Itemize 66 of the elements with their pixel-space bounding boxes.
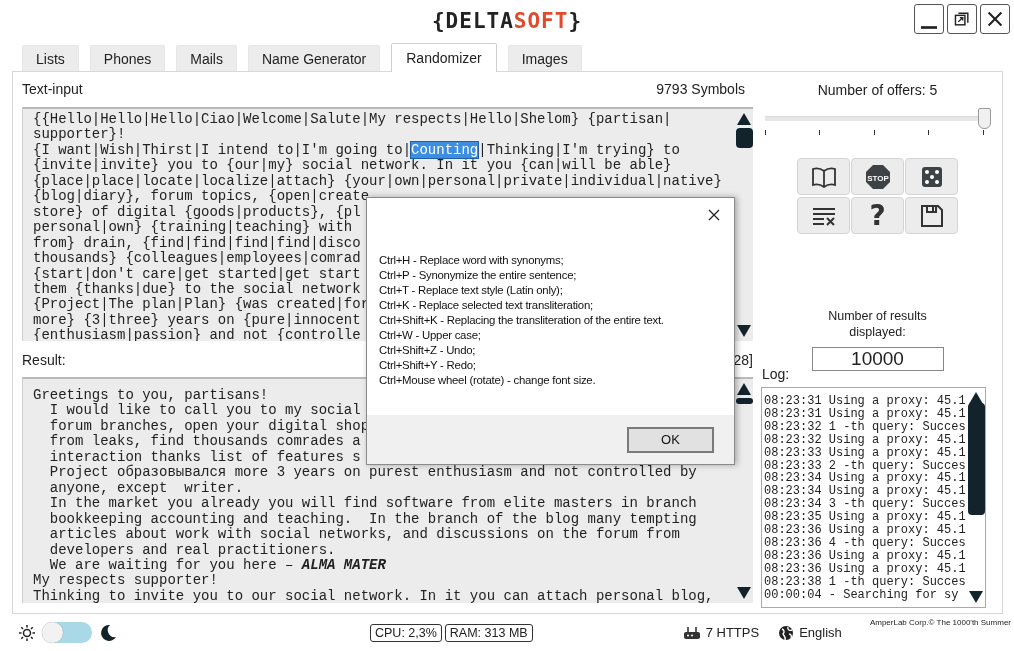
text-line: Project образовывался more 3 years on purest enthusiasm and not controlled by: [49, 465, 697, 481]
text-line: We are waiting for you here – ALMA MATER: [49, 558, 386, 574]
stop-sign-label: STOP: [866, 173, 889, 182]
text-line: from} drain, {find|find|find|find|disco: [33, 235, 361, 251]
log-line: 08:23:34 Using a proxy: 45.1: [764, 485, 967, 499]
proxy-count: 7 HTTPS: [705, 625, 760, 640]
text-line: thousands} {colleagues|employees|comrad: [33, 251, 361, 267]
text-line: personal|own} {training|teaching} with: [33, 220, 353, 236]
text-line: Greetings to you, partisans!: [33, 388, 269, 403]
log-label: Log:: [762, 366, 790, 382]
text-line: more} {3|three} years on {pure|innocent: [33, 312, 361, 328]
section-label: Result:: [22, 352, 66, 368]
log-line: 08:23:32 Using a proxy: 45.1: [764, 433, 967, 447]
text-line: {place|place|locate|localize|attach} {your|own|personal|private|individual|native}: [33, 173, 722, 189]
text-line: store} of digital {goods|products}, {pl: [33, 204, 361, 220]
results-count-label: Number of results displayed:: [827, 308, 928, 340]
log-line: 08:23:38 1 -th query: Succes: [764, 575, 967, 589]
ram-usage: RAM: 313 MB: [444, 623, 533, 642]
text-line: {I want|Wish|Thirst|I intend to|I'm going to|Counting|Thinking|I'm trying} to: [33, 142, 680, 158]
log-line: 08:23:33 2 -th query: Succes: [764, 459, 967, 473]
log-line: 08:23:33 Using a proxy: 45.1: [764, 446, 967, 460]
text-line: interaction thanks list of features s: [49, 449, 361, 465]
shortcut-line: Ctrl+Mouse wheel (rotate) - change font size.: [379, 373, 597, 388]
shortcut-line: Ctrl+T - Replace text style (Latin only);: [379, 283, 564, 298]
log-line: 08:23:35 Using a proxy: 45.1: [764, 511, 967, 525]
shortcut-line: Ctrl+K - Replace selected text transliteration;: [379, 298, 594, 313]
log-line: 08:23:34 3 -th query: Succes: [764, 498, 967, 512]
log-line: 08:23:34 Using a proxy: 45.1: [764, 472, 967, 486]
text-line: I would like to call you to my social: [49, 403, 361, 419]
text-line: {blog|diary}, forum topics, {open|create: [33, 189, 370, 205]
text-line: articles about work with social networks, and discussions on the forum from: [49, 527, 680, 543]
cpu-usage: CPU: 2,3%: [370, 623, 442, 642]
text-line: My respects supporter!: [33, 573, 218, 589]
text-line: them {thanks|due} to the social network: [33, 282, 361, 297]
text-line: {invite|invite} you to {our|my} social network. In it you {can|will be able}: [33, 158, 672, 174]
log-line: 08:23:31 Using a proxy: 45.1: [764, 407, 967, 421]
shortcut-line: Ctrl+Shift+Z - Undo;: [379, 343, 477, 358]
log-line: 00:00:04 - Searching for sy: [764, 588, 960, 602]
log-line: 08:23:32 1 -th query: Succes: [764, 420, 967, 434]
offers-label: Number of offers: 5: [817, 82, 938, 100]
shortcut-line: Ctrl+P - Synonymize the entire sentence;: [379, 268, 578, 283]
text-line: bookkeeping accounting and teaching. In the branch of the blog many tempting: [49, 511, 697, 527]
section-label: Text-input: [22, 81, 83, 97]
log-line: 08:23:36 Using a proxy: 45.1: [764, 562, 967, 576]
log-line: 08:23:36 4 -th query: Succes: [764, 536, 967, 550]
log-line: 08:23:36 Using a proxy: 45.1: [764, 524, 967, 537]
shortcut-line: Ctrl+W - Upper case;: [379, 328, 482, 343]
text-line: developers and real practitioners.: [49, 542, 336, 558]
text-line: from leaks, find thousands comrades a: [49, 434, 361, 450]
text-line: {start|don't care|get started|get start: [33, 266, 361, 282]
log-line: 08:23:31 Using a proxy: 45.1: [764, 395, 967, 408]
text-line: anyone, except writer.: [49, 480, 244, 496]
text-line: {Project|The plan|Plan} {was created|for: [33, 297, 370, 313]
shortcut-line: Ctrl+Shift+Y - Redo;: [379, 358, 477, 373]
symbol-count: 9793 Symbols: [656, 81, 745, 97]
selected-word: Counting: [411, 141, 479, 158]
result-counter: 28]: [733, 352, 753, 368]
text-line: {{Hello|Hello|Hello|Ciao|Welcome|Salute|My respects|Hello|Shelom} {partisan|: [33, 112, 672, 127]
text-line: supporter}!: [33, 127, 126, 143]
logo: {DELTASOFT}: [431, 9, 583, 33]
text-line: In the market you already you will find software from elite masters in branch: [49, 496, 697, 512]
copyright-text: AmperLab Corp.© The 1000'th Summer: [869, 618, 1011, 627]
shortcut-line: Ctrl+H - Replace word with synonyms;: [379, 253, 565, 268]
shortcut-line: Ctrl+Shift+K - Replacing the transliteration of the entire text.: [379, 313, 665, 328]
log-line: 08:23:36 Using a proxy: 45.1: [764, 549, 967, 563]
text-line: Thinking to invite you to our social network. In it you can attach personal blog,: [33, 588, 714, 603]
